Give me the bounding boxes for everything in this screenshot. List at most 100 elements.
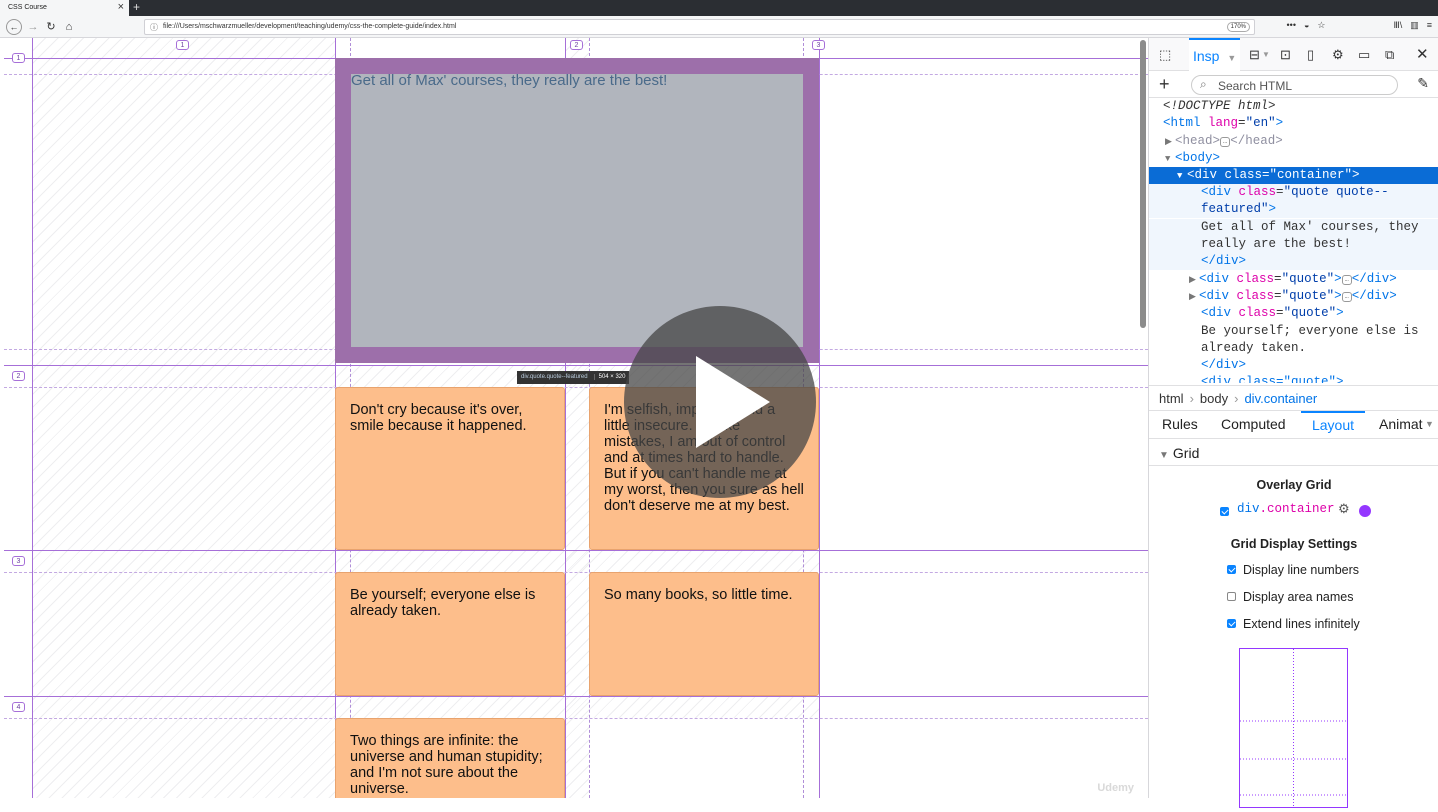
expand-arrow-icon[interactable]: ▶ [1165, 134, 1175, 151]
star-icon[interactable]: ☆ [1317, 20, 1325, 31]
grid-column-number: 1 [176, 40, 189, 50]
display-area-names-checkbox[interactable] [1227, 592, 1236, 601]
popout-icon[interactable]: ⧉ [1385, 47, 1394, 63]
markup-line[interactable]: ▼ <body> [1149, 150, 1438, 168]
back-icon[interactable]: ← [6, 19, 22, 35]
grid-line [819, 38, 820, 798]
collapse-arrow-icon[interactable]: ▼ [1159, 450, 1169, 461]
tab-css-course[interactable]: CSS Course × [0, 0, 129, 16]
markup-line[interactable]: ▶ <head>… </head> [1149, 133, 1438, 151]
expand-arrow-icon[interactable]: ▶ [1189, 272, 1199, 289]
sidebar-icon[interactable]: ▥ [1410, 20, 1419, 31]
expand-arrow-icon[interactable]: ▶ [1189, 289, 1199, 306]
display-line-numbers-checkbox[interactable] [1227, 565, 1236, 574]
forward-icon[interactable]: → [25, 19, 41, 35]
grid-layout-panel: Overlay Grid div.container ⚙ Grid Displa… [1149, 466, 1438, 808]
quote-card[interactable]: Don't cry because it's over, smile becau… [335, 387, 565, 550]
grid-empty-area [32, 38, 335, 798]
grid-row-number: 2 [12, 371, 25, 381]
extend-lines-label: Extend lines infinitely [1243, 617, 1360, 631]
close-tab-icon[interactable]: × [118, 1, 124, 14]
new-tab-button[interactable]: + [133, 0, 140, 15]
markup-line[interactable]: <div class="quote quote-- [1149, 184, 1438, 202]
grid-display-settings-heading: Grid Display Settings [1230, 537, 1358, 551]
markup-line[interactable]: <!DOCTYPE html> [1149, 98, 1438, 115]
quote-card[interactable]: Two things are infinite: the universe an… [335, 718, 565, 798]
grid-gap-row-2 [335, 550, 819, 572]
more-icon[interactable]: ••• [1287, 20, 1296, 31]
udemy-watermark: Udemy [1097, 782, 1134, 794]
breadcrumb-item[interactable]: body [1200, 391, 1228, 406]
tab-strip: CSS Course × + [0, 0, 1438, 16]
video-play-button[interactable] [624, 306, 816, 498]
page-scrollbar[interactable] [1140, 40, 1146, 328]
play-icon [696, 356, 770, 448]
close-icon[interactable]: ✕ [1416, 45, 1429, 63]
add-node-icon[interactable]: + [1159, 74, 1170, 95]
quote-card[interactable]: So many books, so little time. [589, 572, 819, 696]
gear-icon[interactable]: ⚙ [1332, 47, 1344, 63]
element-picker-icon[interactable]: ⬚ [1159, 47, 1171, 63]
menu-icon[interactable]: ≡ [1427, 20, 1432, 31]
markup-line[interactable]: Be yourself; everyone else is [1149, 323, 1438, 340]
navigation-toolbar: ← → ↻ ⌂ ⓘ file:///Users/mschwarzmueller/… [0, 16, 1438, 38]
quote-card[interactable]: Be yourself; everyone else is already ta… [335, 572, 565, 696]
grid-line [4, 365, 1148, 366]
console-icon[interactable]: ⊡ [1280, 47, 1291, 63]
markup-line[interactable]: featured"> [1149, 201, 1438, 219]
markup-line[interactable]: <html lang="en"> [1149, 115, 1438, 132]
tab-rules[interactable]: Rules [1162, 411, 1198, 439]
extend-lines-checkbox[interactable] [1227, 619, 1236, 628]
chevron-down-icon[interactable]: ▼ [1262, 50, 1270, 59]
markup-line[interactable]: already taken. [1149, 340, 1438, 357]
grid-gap-row-3 [335, 696, 819, 718]
featured-quote-text: Get all of Max' courses, they really are… [351, 72, 668, 89]
layout-icon[interactable]: ⊟ [1249, 47, 1260, 63]
grid-outline-svg [1240, 649, 1347, 807]
search-html-input[interactable]: ⌕ Search HTML [1191, 75, 1398, 95]
markup-line[interactable]: </div> [1149, 253, 1438, 271]
highlight-target-icon[interactable]: ⚙ [1338, 501, 1350, 517]
collapsed-node-icon[interactable]: … [1341, 275, 1352, 285]
collapsed-node-icon[interactable]: … [1341, 292, 1352, 302]
grid-line [4, 696, 1148, 697]
markup-line-selected[interactable]: ▼ <div class="container"> [1149, 167, 1438, 186]
grid-column-number: 2 [570, 40, 583, 50]
markup-line[interactable]: ▶ <div class="quote">… </div> [1149, 271, 1438, 289]
markup-line[interactable]: Get all of Max' courses, they [1149, 219, 1438, 237]
pocket-icon[interactable]: ◒ [1304, 20, 1309, 31]
markup-line[interactable]: <div class="quote"> [1149, 305, 1438, 322]
breadcrumb-item[interactable]: html [1159, 391, 1184, 406]
reload-icon[interactable]: ↻ [43, 19, 59, 35]
tab-computed[interactable]: Computed [1221, 411, 1286, 439]
markup-line[interactable]: </div> [1149, 357, 1438, 374]
collapse-arrow-icon[interactable]: ▼ [1165, 151, 1175, 168]
url-bar[interactable]: ⓘ file:///Users/mschwarzmueller/developm… [144, 19, 1255, 35]
markup-line[interactable]: <div class="quote"> [1149, 374, 1438, 383]
zoom-indicator[interactable]: 170% [1226, 22, 1250, 32]
grid-line [4, 572, 1148, 573]
display-line-numbers-label: Display line numbers [1243, 563, 1360, 577]
grid-column-number: 3 [812, 40, 825, 50]
collapse-arrow-icon[interactable]: ▼ [1177, 168, 1187, 185]
markup-search-row: + ⌕ Search HTML ✎ [1149, 71, 1438, 98]
collapsed-node-icon[interactable]: … [1220, 137, 1231, 147]
home-icon[interactable]: ⌂ [61, 19, 77, 35]
grid-section-header[interactable]: ▼ Grid [1149, 439, 1438, 466]
featured-quote-content-box [351, 74, 803, 347]
chevron-down-icon[interactable]: ▼ [1425, 411, 1434, 439]
overlay-grid-checkbox[interactable] [1220, 507, 1229, 516]
tab-layout[interactable]: Layout [1301, 411, 1365, 439]
tab-animations[interactable]: Animat [1379, 411, 1423, 439]
info-icon[interactable]: ⓘ [150, 22, 158, 33]
responsive-icon[interactable]: ▯ [1307, 47, 1314, 63]
library-icon[interactable]: Ⅲ\ [1394, 20, 1403, 31]
tab-inspector[interactable]: Insp ▼ [1189, 38, 1241, 71]
dock-icon[interactable]: ▭ [1358, 47, 1370, 63]
breadcrumb-item[interactable]: div.container [1244, 391, 1317, 406]
overlay-color-swatch[interactable] [1359, 505, 1371, 517]
markup-line[interactable]: ▶ <div class="quote">… </div> [1149, 288, 1438, 306]
eyedropper-icon[interactable]: ✎ [1417, 75, 1429, 92]
markup-line[interactable]: really are the best! [1149, 236, 1438, 254]
chevron-down-icon[interactable]: ▼ [1227, 53, 1236, 63]
